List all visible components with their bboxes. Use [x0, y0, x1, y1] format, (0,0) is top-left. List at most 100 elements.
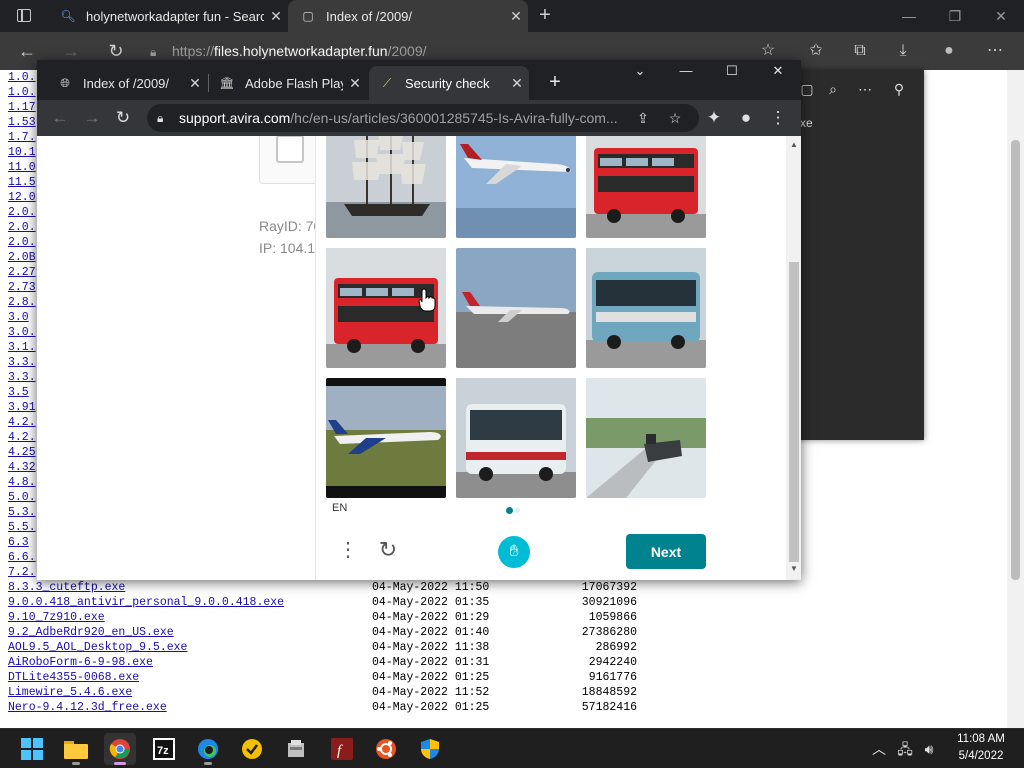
edge-icon[interactable]: [192, 733, 224, 765]
file-link[interactable]: 2.0.: [8, 206, 36, 219]
file-link[interactable]: AOL9.5_AOL_Desktop_9.5.exe: [8, 641, 187, 654]
refresh-challenge-icon[interactable]: ↻: [374, 536, 402, 564]
file-link[interactable]: 6.3: [8, 536, 29, 549]
file-link[interactable]: 1.0.: [8, 86, 36, 99]
challenge-scrollbar[interactable]: ▲ ▼: [786, 136, 801, 580]
restore-icon[interactable]: ❐: [932, 0, 978, 32]
close-window-icon[interactable]: ✕: [755, 60, 801, 86]
hcaptcha-logo-icon[interactable]: ✋︎: [498, 536, 530, 568]
menu-icon[interactable]: ⋮: [765, 105, 791, 131]
profile-icon[interactable]: ●: [733, 105, 759, 131]
minimize-icon[interactable]: —: [663, 60, 709, 86]
file-link[interactable]: 8.3.3_cuteftp.exe: [8, 581, 125, 594]
file-link[interactable]: Nero-9.4.12.3d_free.exe: [8, 701, 167, 714]
forward-icon[interactable]: →: [79, 105, 105, 131]
minimize-icon[interactable]: —: [886, 0, 932, 32]
norton-icon[interactable]: [236, 733, 268, 765]
tab-actions-icon[interactable]: [17, 9, 31, 22]
windows-start-icon[interactable]: [16, 733, 48, 765]
file-explorer-icon[interactable]: [60, 733, 92, 765]
share-icon[interactable]: ⇪: [631, 106, 655, 130]
captcha-tile[interactable]: double-decker bus: [586, 136, 706, 238]
file-link[interactable]: 3.0: [8, 311, 29, 324]
close-icon[interactable]: ✕: [504, 8, 528, 25]
refresh-icon[interactable]: ↻: [110, 105, 136, 131]
chrome-address-bar[interactable]: 🔒︎ support.avira.com/hc/en-us/articles/3…: [147, 104, 699, 132]
file-link[interactable]: 9.2_AdbeRdr920_en_US.exe: [8, 626, 174, 639]
file-link[interactable]: 3.3.: [8, 356, 36, 369]
back-icon[interactable]: ←: [47, 105, 73, 131]
menu-icon[interactable]: ⋮: [338, 536, 358, 564]
file-link[interactable]: 2.73: [8, 281, 36, 294]
flash-player-icon[interactable]: f: [326, 733, 358, 765]
file-link[interactable]: 4.25: [8, 446, 36, 459]
captcha-tile[interactable]: airplane: [456, 248, 576, 368]
file-link[interactable]: 6.6.: [8, 551, 36, 564]
scroll-down-icon[interactable]: ▼: [789, 564, 799, 573]
profile-icon[interactable]: ●: [936, 38, 962, 64]
file-link[interactable]: 1.0.: [8, 71, 36, 84]
close-window-icon[interactable]: ✕: [978, 0, 1024, 32]
edge-tab-index[interactable]: ▢ Index of /2009/ ✕: [288, 0, 528, 32]
security-shield-icon[interactable]: [414, 733, 446, 765]
file-link[interactable]: 2.0.: [8, 221, 36, 234]
file-link[interactable]: 2.0B: [8, 251, 36, 264]
scrollbar-thumb[interactable]: [789, 262, 799, 562]
file-link[interactable]: 1.53: [8, 116, 36, 129]
file-link[interactable]: 3.5: [8, 386, 29, 399]
file-link[interactable]: 3.91: [8, 401, 36, 414]
file-link[interactable]: AiRoboForm-6-9-98.exe: [8, 656, 153, 669]
edge-scrollbar[interactable]: [1007, 70, 1024, 728]
7zip-icon[interactable]: 7z: [148, 733, 180, 765]
file-link[interactable]: 3.1.: [8, 341, 36, 354]
new-tab-button[interactable]: +: [534, 4, 556, 26]
file-link[interactable]: 2.27: [8, 266, 36, 279]
language-selector[interactable]: EN: [332, 502, 347, 514]
scrollbar-thumb[interactable]: [1011, 140, 1020, 580]
file-link[interactable]: 10.1: [8, 146, 36, 159]
file-link[interactable]: 7.2.: [8, 566, 36, 579]
bookmark-star-icon[interactable]: ☆: [663, 106, 687, 130]
file-link[interactable]: 3.3.: [8, 371, 36, 384]
file-link[interactable]: 9.10_7z910.exe: [8, 611, 105, 624]
captcha-tile[interactable]: airplane: [326, 378, 446, 498]
download-icon[interactable]: ⤓: [890, 38, 916, 64]
collections-icon[interactable]: ⧉: [847, 38, 873, 64]
chevron-up-icon[interactable]: ︿: [868, 737, 890, 761]
file-link[interactable]: 4.2.: [8, 416, 36, 429]
maximize-icon[interactable]: ☐: [709, 60, 755, 86]
chrome-tab-index[interactable]: 🌐︎ Index of /2009/ ✕: [47, 66, 207, 100]
file-link[interactable]: 5.3.: [8, 506, 36, 519]
new-tab-button[interactable]: +: [543, 70, 567, 94]
captcha-tile[interactable]: bus: [586, 248, 706, 368]
captcha-tile[interactable]: airplane: [456, 136, 576, 238]
favorites-icon[interactable]: ✩: [803, 38, 829, 64]
file-link[interactable]: 4.32: [8, 461, 36, 474]
file-link[interactable]: 12.0: [8, 191, 36, 204]
system-clock[interactable]: 11:08 AM 5/4/2022: [946, 731, 1016, 765]
file-link[interactable]: 2.8.: [8, 296, 36, 309]
more-icon[interactable]: ⋯: [854, 78, 876, 100]
close-icon[interactable]: ✕: [264, 8, 288, 25]
file-link[interactable]: 9.0.0.418_antivir_personal_9.0.0.418.exe: [8, 596, 284, 609]
chrome-tab-flash[interactable]: 🏛︎ Adobe Flash Playe ✕: [209, 66, 367, 100]
network-icon[interactable]: 🖧︎: [894, 737, 916, 761]
extensions-icon[interactable]: ✦: [701, 105, 727, 131]
file-link[interactable]: 4.2.: [8, 431, 36, 444]
close-icon[interactable]: ✕: [505, 75, 529, 92]
file-link[interactable]: DTLite4355-0068.exe: [8, 671, 139, 684]
pin-icon[interactable]: ⚲: [888, 78, 910, 100]
verify-checkbox[interactable]: [276, 136, 304, 163]
installer-icon[interactable]: [280, 733, 312, 765]
file-link[interactable]: 4.8.: [8, 476, 36, 489]
file-link[interactable]: 5.5.: [8, 521, 36, 534]
file-link[interactable]: 11.0: [8, 161, 36, 174]
file-link[interactable]: 3.0.: [8, 326, 36, 339]
file-link[interactable]: 1.7.: [8, 131, 36, 144]
next-button[interactable]: Next: [626, 534, 706, 569]
captcha-tile[interactable]: train: [586, 378, 706, 498]
file-link[interactable]: 5.0.: [8, 491, 36, 504]
more-icon[interactable]: ⋯: [982, 38, 1008, 64]
chrome-tab-security-check[interactable]: ⟋ Security check ✕: [369, 66, 529, 100]
close-icon[interactable]: ✕: [343, 75, 367, 92]
